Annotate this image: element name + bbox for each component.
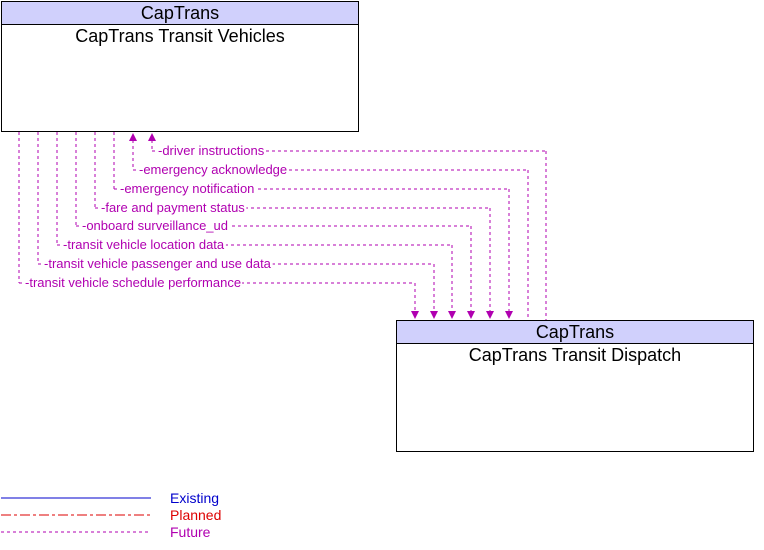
flow-label: -fare and payment status bbox=[101, 200, 245, 215]
flow-label: -transit vehicle location data bbox=[63, 237, 225, 252]
flow-label: -transit vehicle passenger and use data bbox=[44, 256, 272, 271]
flow-label: -onboard surveillance_ud bbox=[82, 218, 228, 233]
arrow-down-icon bbox=[486, 311, 494, 319]
arrow-up-icon bbox=[129, 133, 137, 141]
flow-label: -driver instructions bbox=[158, 143, 265, 158]
arrow-down-icon bbox=[411, 311, 419, 319]
flow-diagram: -driver instructions -emergency acknowled… bbox=[18, 132, 547, 320]
arrow-down-icon bbox=[505, 311, 513, 319]
arrow-down-icon bbox=[430, 311, 438, 319]
arrow-up-icon bbox=[148, 133, 156, 141]
legend-existing: Existing bbox=[170, 490, 220, 506]
arrow-down-icon bbox=[448, 311, 456, 319]
arrow-down-icon bbox=[467, 311, 475, 319]
flow-label: -emergency notification bbox=[120, 181, 254, 196]
flow-label: -emergency acknowledge bbox=[139, 162, 287, 177]
legend-future: Future bbox=[170, 524, 211, 540]
legend-planned: Planned bbox=[170, 507, 222, 523]
flow-label: -transit vehicle schedule performance bbox=[25, 275, 241, 290]
legend-lines bbox=[1, 497, 151, 533]
